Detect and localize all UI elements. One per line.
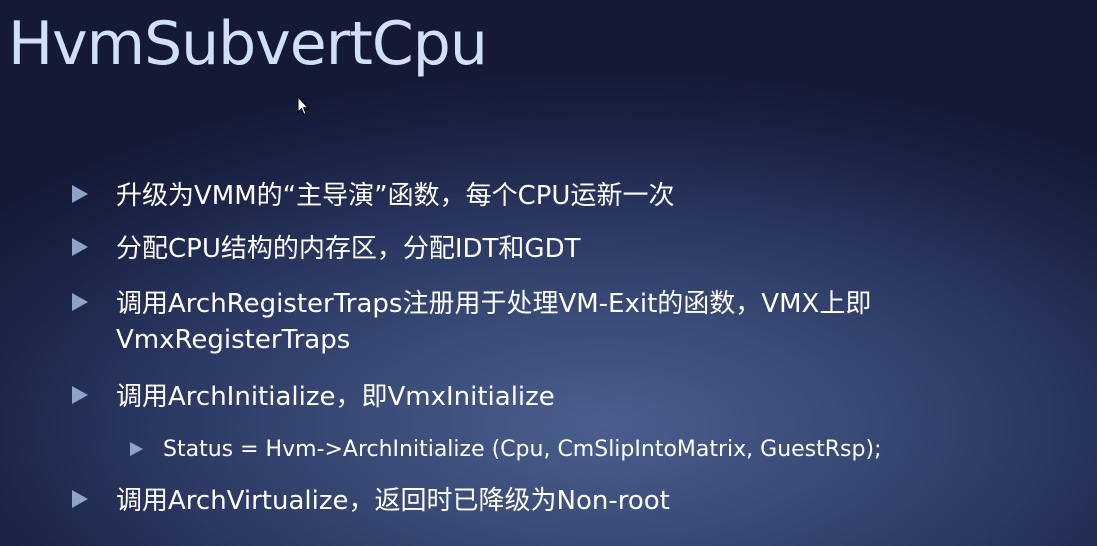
triangle-right-icon — [72, 490, 88, 508]
bullet-item: 升级为VMM的“主导演”函数，每个CPU运新一次 — [72, 178, 674, 214]
triangle-right-icon — [72, 185, 88, 203]
bullet-item: 调用ArchVirtualize，返回时已降级为Non-root — [72, 483, 670, 519]
triangle-right-icon — [72, 238, 88, 256]
bullet-text: 调用ArchVirtualize，返回时已降级为Non-root — [116, 486, 670, 516]
triangle-right-icon — [72, 293, 88, 311]
slide: HvmSubvertCpu 升级为VMM的“主导演”函数，每个CPU运新一次 分… — [0, 0, 1097, 546]
bullet-item: 调用ArchInitialize，即VmxInitialize — [72, 379, 555, 415]
bullet-text: 调用ArchInitialize，即VmxInitialize — [116, 382, 555, 412]
triangle-right-icon — [72, 386, 88, 404]
bullet-text: 升级为VMM的“主导演”函数，每个CPU运新一次 — [116, 181, 675, 211]
bullet-text: 分配CPU结构的内存区，分配IDT和GDT — [116, 234, 581, 264]
triangle-right-icon — [130, 442, 143, 456]
bullet-item: 调用ArchRegisterTraps注册用于处理VM-Exit的函数，VMX上… — [72, 286, 1036, 358]
bullet-item: 分配CPU结构的内存区，分配IDT和GDT — [72, 231, 580, 267]
bullet-text: 调用ArchRegisterTraps注册用于处理VM-Exit的函数，VMX上… — [116, 289, 872, 355]
sub-bullet-text: Status = Hvm->ArchInitialize (Cpu, CmSli… — [163, 437, 882, 462]
mouse-pointer-icon — [297, 96, 309, 116]
sub-bullet-item: Status = Hvm->ArchInitialize (Cpu, CmSli… — [130, 436, 881, 464]
slide-title: HvmSubvertCpu — [8, 9, 488, 79]
